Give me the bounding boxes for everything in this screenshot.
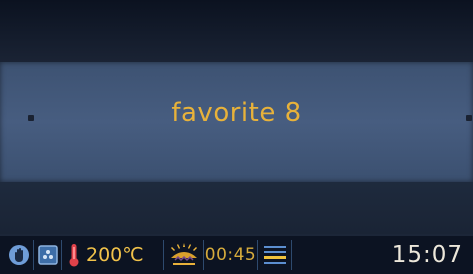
mode-indicator[interactable] [0, 240, 34, 270]
shelf-level-indicator[interactable] [258, 240, 292, 270]
fan-icon [37, 245, 58, 265]
shelf-level-icon [263, 244, 287, 266]
clock[interactable]: 15:07 [292, 240, 473, 270]
temperature-indicator[interactable]: 200℃ [62, 240, 164, 270]
empty-upper-area [0, 0, 473, 62]
program-title: favorite 8 [171, 98, 302, 128]
scroll-right-indicator[interactable] [466, 115, 472, 121]
thermometer-icon [68, 243, 80, 267]
fan-indicator[interactable] [34, 240, 62, 270]
empty-lower-area [0, 182, 473, 234]
status-bar: 200℃ 00:45 15:07 [0, 236, 473, 274]
heating-mode-indicator[interactable] [164, 240, 204, 270]
oven-display: favorite 8 200℃ 00:45 15:07 [0, 0, 473, 274]
heating-element-icon [169, 243, 199, 267]
hand-icon [8, 244, 30, 266]
temperature-value: 200℃ [86, 244, 144, 266]
timer-indicator[interactable]: 00:45 [204, 240, 258, 270]
timer-value: 00:45 [204, 245, 257, 265]
clock-value: 15:07 [391, 242, 463, 268]
